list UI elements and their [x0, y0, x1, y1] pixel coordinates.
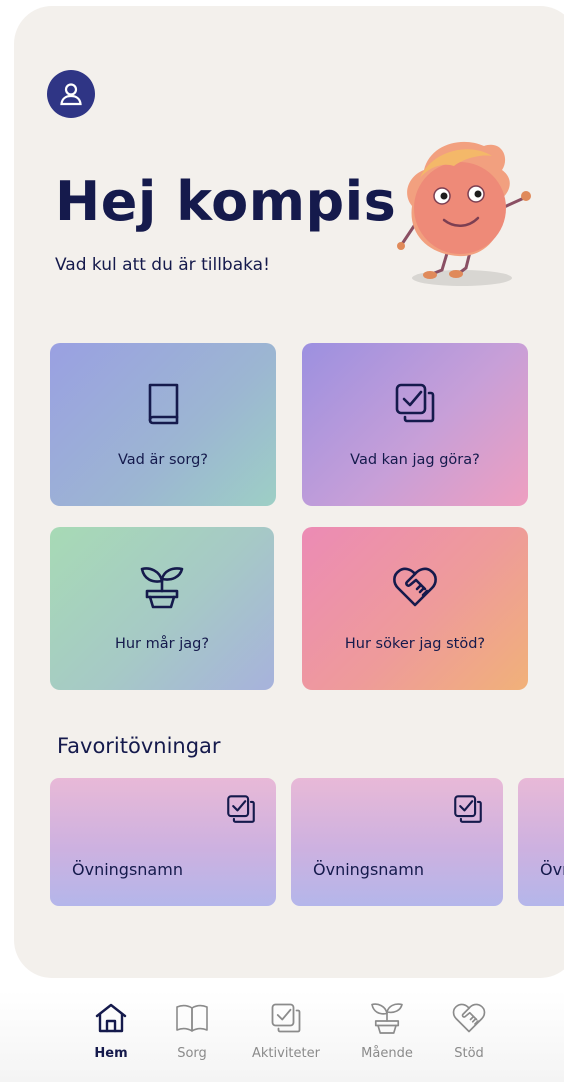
tile-how-to-seek-support[interactable]: Hur söker jag stöd? — [302, 527, 528, 690]
tab-wellbeing[interactable]: Mående — [345, 1000, 429, 1070]
checkbox-icon — [395, 383, 435, 423]
mascot-illustration — [397, 141, 531, 286]
home-icon — [95, 1003, 127, 1033]
tab-label: Sorg — [177, 1046, 207, 1061]
book-open-icon — [176, 1004, 208, 1032]
tab-label: Stöd — [454, 1046, 484, 1061]
plant-icon — [371, 1003, 403, 1034]
tab-label: Aktiviteter — [252, 1046, 320, 1061]
heart-handshake-icon — [452, 1003, 486, 1033]
tile-what-can-i-do[interactable]: Vad kan jag göra? — [302, 343, 528, 506]
tab-support[interactable]: Stöd — [427, 1000, 511, 1070]
greeting-subtitle: Vad kul att du är tillbaka! — [55, 255, 270, 275]
tile-label: Hur söker jag stöd? — [344, 636, 486, 652]
favorites-title: Favoritövningar — [57, 734, 221, 758]
favorite-exercise-label: Övningsnamn — [540, 860, 564, 879]
checkbox-icon — [271, 1003, 301, 1033]
greeting-title: Hej kompis — [55, 170, 397, 233]
tab-label: Hem — [94, 1046, 128, 1061]
favorites-carousel[interactable]: Övningsnamn Övningsnamn Övningsnamn — [0, 778, 564, 910]
favorite-exercise-card[interactable]: Övningsnamn — [50, 778, 276, 906]
tab-activities[interactable]: Aktiviteter — [244, 1000, 328, 1070]
tab-grief[interactable]: Sorg — [150, 1000, 234, 1070]
bottom-tab-bar: Hem Sorg Aktiviteter Mående Stöd — [0, 990, 564, 1082]
favorite-exercise-label: Övningsnamn — [313, 860, 424, 879]
tile-label: Vad kan jag göra? — [350, 452, 480, 468]
favorite-exercise-card[interactable]: Övningsnamn — [291, 778, 503, 906]
tile-label: Hur mår jag? — [114, 636, 210, 652]
heart-handshake-icon — [393, 567, 437, 607]
checkbox-icon — [454, 795, 482, 823]
profile-avatar-button[interactable] — [47, 70, 95, 118]
tab-home[interactable]: Hem — [69, 1000, 153, 1070]
book-icon — [148, 383, 179, 425]
favorite-exercise-label: Övningsnamn — [72, 860, 183, 879]
tile-label: Vad är sorg? — [118, 452, 208, 468]
user-icon — [60, 83, 82, 106]
favorite-exercise-card[interactable]: Övningsnamn — [518, 778, 564, 906]
tile-what-is-grief[interactable]: Vad är sorg? — [50, 343, 276, 506]
checkbox-icon — [227, 795, 255, 823]
plant-icon — [140, 567, 184, 609]
tab-label: Mående — [361, 1046, 413, 1061]
tile-how-am-i[interactable]: Hur mår jag? — [50, 527, 274, 690]
